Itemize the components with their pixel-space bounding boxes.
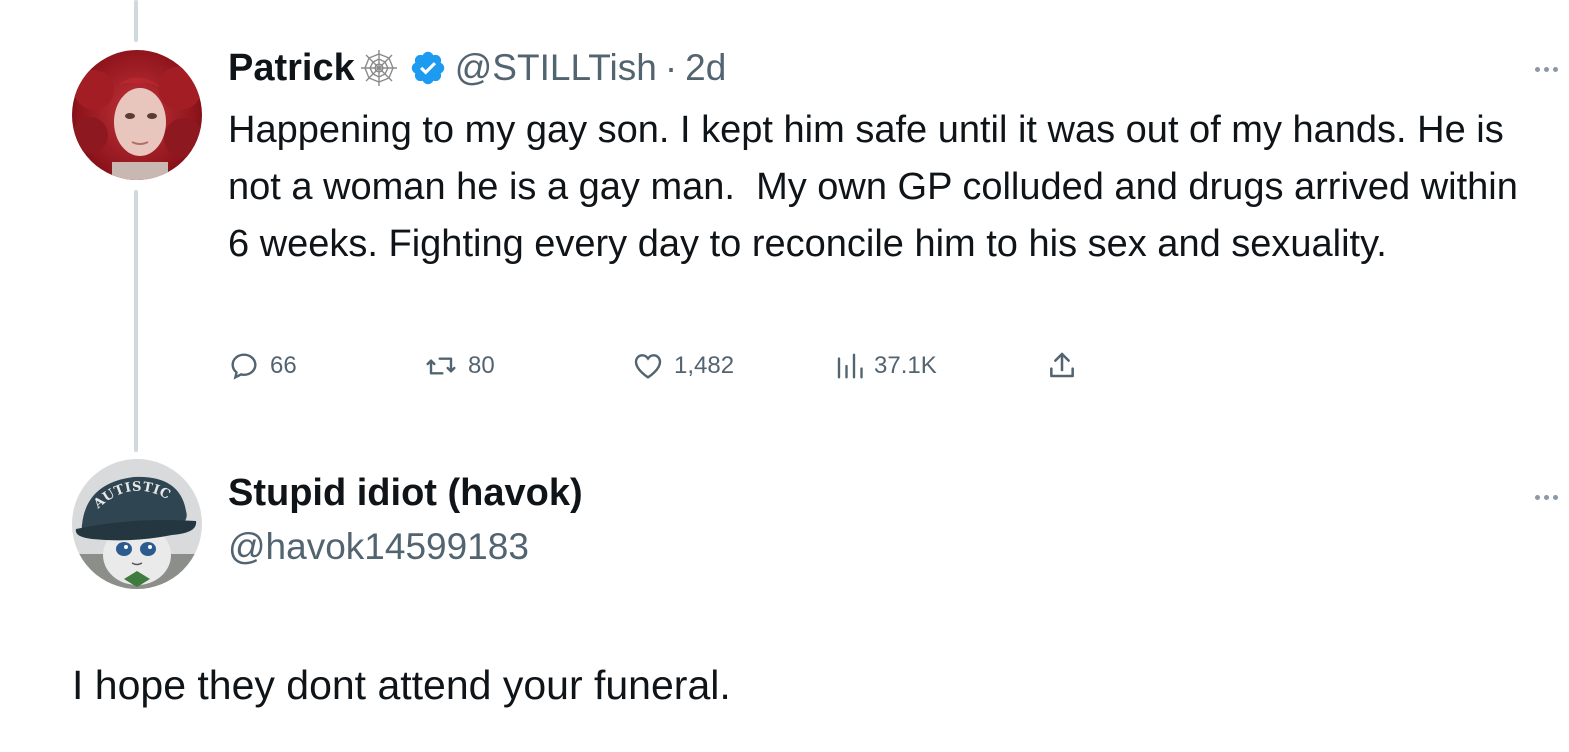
spiderweb-icon [359, 48, 399, 88]
reply-button[interactable]: 66 [228, 342, 297, 390]
tweet-text: Happening to my gay son. I kept him safe… [228, 109, 1529, 265]
reply-count: 66 [270, 352, 297, 379]
display-name[interactable]: Patrick [228, 47, 355, 90]
more-icon[interactable] [1535, 64, 1565, 74]
tweet-text: I hope they dont attend your funeral. [72, 662, 731, 708]
share-icon [1046, 350, 1078, 382]
views-icon [834, 350, 864, 382]
verified-badge-icon[interactable] [409, 49, 447, 87]
handle[interactable]: @STILLTish [455, 47, 657, 89]
avatar-patrick[interactable] [72, 50, 202, 180]
separator: · [664, 47, 678, 88]
retweet-button[interactable]: 80 [424, 342, 495, 390]
timestamp[interactable]: 2d [685, 47, 726, 89]
avatar-havok[interactable]: AUTISTIC PSYCHO [72, 459, 202, 589]
like-button[interactable]: 1,482 [632, 342, 734, 390]
heart-icon [632, 350, 664, 382]
reply-icon [228, 350, 260, 382]
retweet-count: 80 [468, 352, 495, 379]
tweet-header: Patrick @STILLTish · 2d [228, 42, 726, 94]
views-count: 37.1K [874, 352, 937, 379]
like-count: 1,482 [674, 352, 735, 379]
retweet-icon [424, 350, 458, 382]
red-curly-hair-avatar-image [72, 50, 202, 180]
share-button[interactable] [1046, 342, 1078, 390]
thread-line-top [134, 0, 138, 42]
handle[interactable]: @havok14599183 [228, 526, 529, 568]
thread-line-connector [134, 190, 138, 452]
plush-doll-hat-avatar-image: AUTISTIC PSYCHO [72, 459, 202, 589]
more-icon[interactable] [1535, 492, 1565, 502]
display-name[interactable]: Stupid idiot (havok) [228, 472, 583, 515]
conversation-thread: Patrick @STILLTish · 2d Happening to my … [0, 0, 1569, 752]
views-button[interactable]: 37.1K [834, 342, 937, 390]
